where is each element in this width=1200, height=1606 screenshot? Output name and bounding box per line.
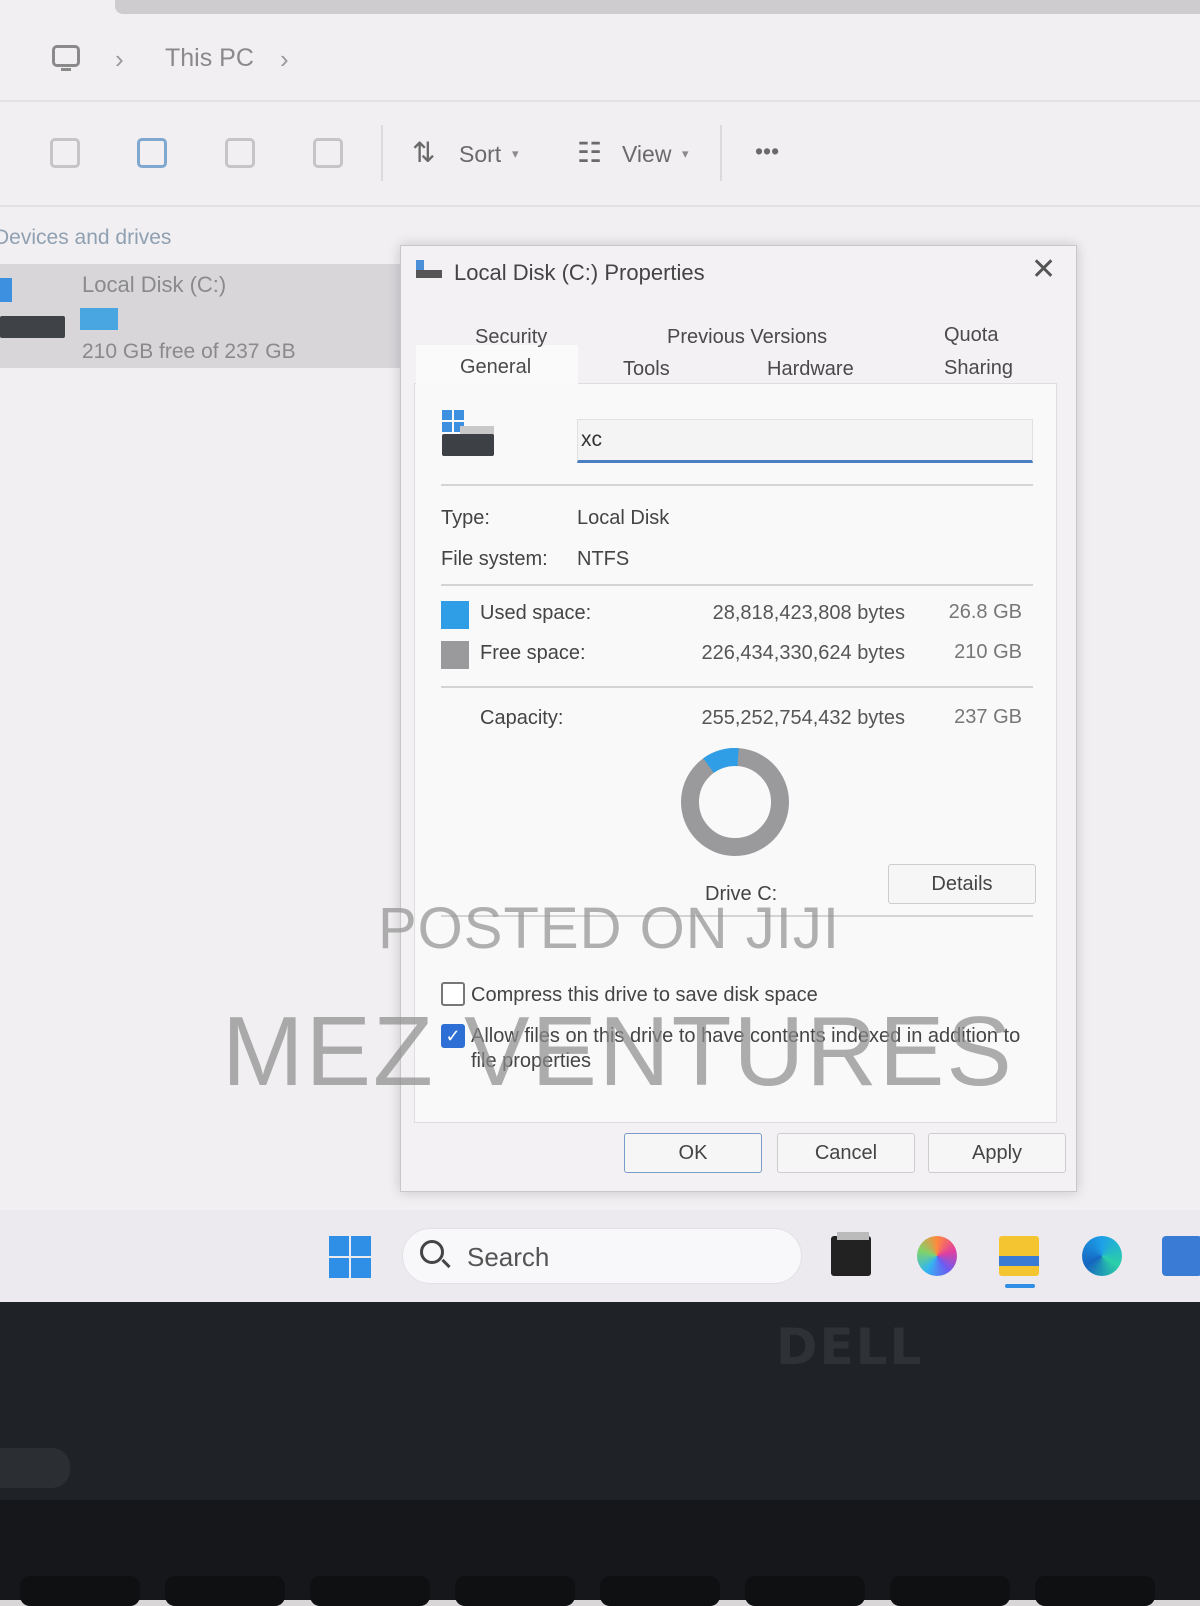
- search-icon: [420, 1240, 444, 1264]
- more-options-button[interactable]: •••: [755, 138, 779, 165]
- task-view-icon[interactable]: [831, 1232, 871, 1276]
- chevron-down-icon: ▾: [682, 146, 689, 161]
- taskbar-search-placeholder[interactable]: Search: [467, 1242, 549, 1273]
- chevron-down-icon: ▾: [512, 146, 519, 161]
- running-indicator: [1005, 1284, 1035, 1288]
- tab-quota[interactable]: Quota: [944, 324, 998, 347]
- keyboard-key: [1035, 1576, 1155, 1606]
- tab-sharing[interactable]: Sharing: [944, 357, 1013, 380]
- drive-usage-bar: [80, 308, 118, 330]
- file-explorer-icon[interactable]: [999, 1236, 1039, 1276]
- free-space-gb: 210 GB: [954, 641, 1022, 663]
- window-top-strip: [115, 0, 1200, 14]
- used-space-bytes: 28,818,423,808 bytes: [712, 602, 905, 624]
- keyboard-key: [165, 1576, 285, 1606]
- view-icon[interactable]: ☷: [577, 136, 602, 169]
- view-button[interactable]: View: [622, 141, 671, 168]
- ok-button[interactable]: OK: [624, 1133, 762, 1173]
- free-space-label: Free space:: [480, 642, 586, 664]
- share-icon[interactable]: [225, 138, 255, 168]
- drive-free-space: 210 GB free of 237 GB: [82, 340, 296, 363]
- sort-icon[interactable]: ⇅: [412, 136, 435, 169]
- sort-button[interactable]: Sort: [459, 141, 501, 168]
- details-button[interactable]: Details: [888, 864, 1036, 904]
- keyboard-key: [310, 1576, 430, 1606]
- laptop-hinge: [0, 1448, 70, 1488]
- chevron-right-icon: ›: [115, 44, 124, 74]
- rename-icon[interactable]: [137, 138, 167, 168]
- keyboard-key: [600, 1576, 720, 1606]
- tab-hardware[interactable]: Hardware: [767, 358, 854, 381]
- free-space-swatch: [441, 641, 469, 669]
- windows-logo-icon: [0, 278, 12, 302]
- drive-icon: [0, 316, 65, 338]
- cancel-button[interactable]: Cancel: [777, 1133, 915, 1173]
- tab-security[interactable]: Security: [475, 326, 547, 349]
- toolbar-separator: [381, 125, 383, 181]
- used-space-swatch: [441, 601, 469, 629]
- capacity-label: Capacity:: [480, 707, 564, 729]
- dell-logo: DELL: [776, 1318, 924, 1376]
- keyboard-key: [20, 1576, 140, 1606]
- drive-icon: [416, 260, 442, 280]
- delete-icon[interactable]: [313, 138, 343, 168]
- drive-name: Local Disk (C:): [82, 272, 227, 297]
- divider: [441, 484, 1033, 486]
- type-value: Local Disk: [577, 507, 670, 529]
- divider: [441, 584, 1033, 586]
- tab-general[interactable]: General: [460, 356, 531, 379]
- disk-usage-donut: [681, 748, 789, 856]
- divider: [0, 100, 1200, 102]
- watermark-line2: MEZ VENTURES: [222, 996, 1014, 1106]
- keyboard-key: [745, 1576, 865, 1606]
- tab-tools[interactable]: Tools: [623, 358, 670, 381]
- start-button[interactable]: [329, 1236, 373, 1280]
- capacity-bytes: 255,252,754,432 bytes: [701, 707, 905, 729]
- tab-previous-versions[interactable]: Previous Versions: [667, 326, 827, 349]
- copilot-icon[interactable]: [917, 1236, 957, 1276]
- this-pc-icon[interactable]: [52, 45, 80, 71]
- keyboard-key: [455, 1576, 575, 1606]
- used-space-gb: 26.8 GB: [948, 601, 1022, 623]
- used-space-label: Used space:: [480, 602, 592, 624]
- breadcrumb-this-pc[interactable]: This PC: [165, 44, 254, 73]
- capacity-gb: 237 GB: [954, 706, 1022, 728]
- type-label: Type:: [441, 507, 490, 529]
- dialog-title: Local Disk (C:) Properties: [454, 260, 705, 285]
- edge-browser-icon[interactable]: [1082, 1236, 1122, 1276]
- divider: [0, 205, 1200, 207]
- toolbar-separator: [720, 125, 722, 181]
- drive-icon: [442, 434, 494, 456]
- file-system-value: NTFS: [577, 548, 630, 570]
- store-icon[interactable]: [1162, 1236, 1200, 1276]
- drive-name-input[interactable]: [577, 419, 1033, 463]
- donut-free-segment: [681, 748, 789, 856]
- file-system-label: File system:: [441, 548, 548, 570]
- divider: [441, 686, 1033, 688]
- cut-icon[interactable]: [50, 138, 80, 168]
- keyboard-key: [890, 1576, 1010, 1606]
- devices-group-title: Devices and drives: [0, 226, 172, 249]
- watermark-line1: POSTED ON JIJI: [378, 896, 840, 961]
- close-icon[interactable]: ✕: [1031, 252, 1056, 287]
- apply-button[interactable]: Apply: [928, 1133, 1066, 1173]
- chevron-right-icon[interactable]: ›: [280, 44, 289, 75]
- free-space-bytes: 226,434,330,624 bytes: [701, 642, 905, 664]
- taskbar-search-box[interactable]: [402, 1228, 802, 1284]
